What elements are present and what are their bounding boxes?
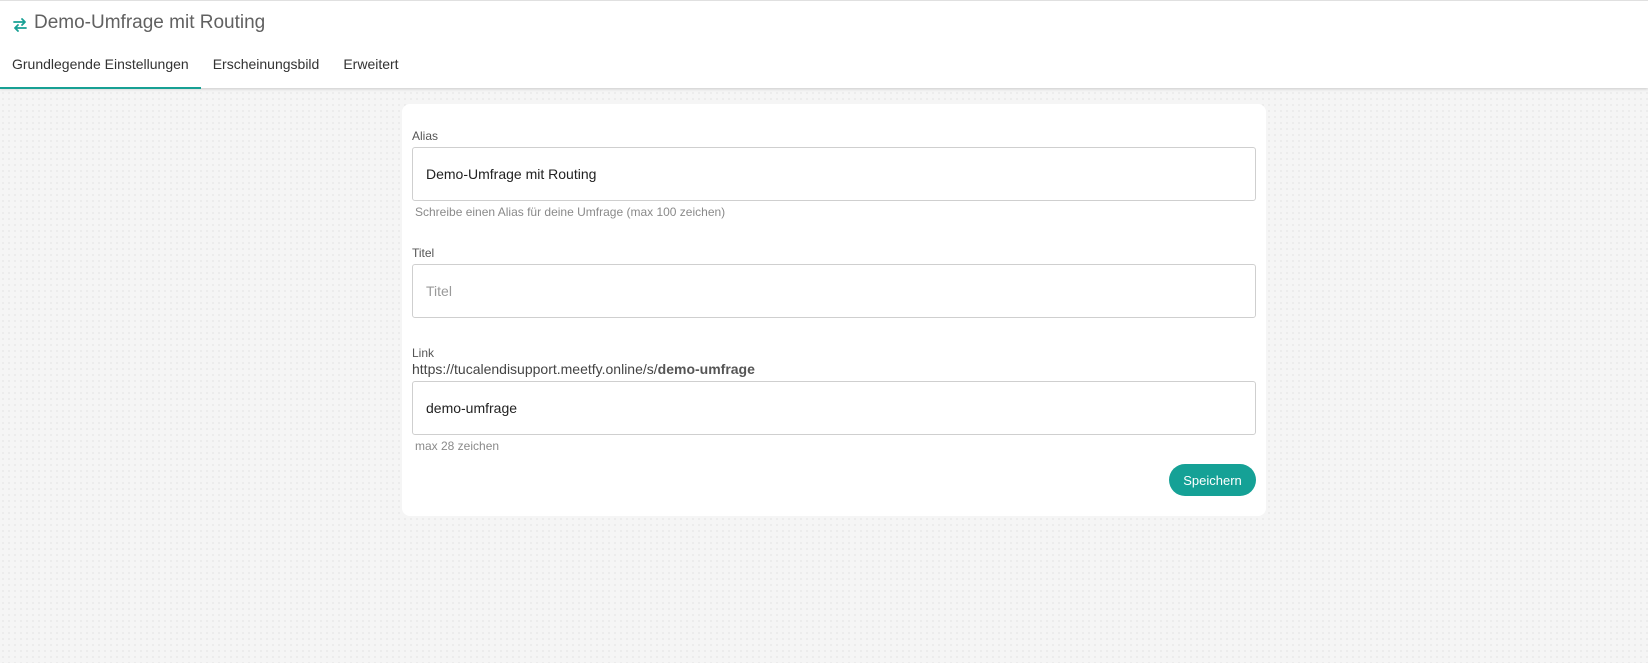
top-bar: Demo-Umfrage mit Routing Grundlegende Ei… — [0, 0, 1648, 89]
tab-appearance[interactable]: Erscheinungsbild — [201, 43, 332, 89]
link-url-slug: demo-umfrage — [657, 361, 755, 377]
alias-label: Alias — [412, 129, 439, 143]
link-url-prefix: https://tucalendisupport.meetfy.online/s… — [412, 361, 658, 377]
page-header: Demo-Umfrage mit Routing — [12, 11, 265, 35]
tab-basic-settings[interactable]: Grundlegende Einstellungen — [0, 43, 201, 89]
alias-hint: Schreibe einen Alias für deine Umfrage (… — [415, 205, 726, 219]
tab-advanced[interactable]: Erweitert — [331, 43, 410, 89]
title-label: Titel — [412, 246, 435, 260]
settings-card: Alias Schreibe einen Alias für deine Umf… — [402, 104, 1266, 516]
link-label: Link — [412, 346, 435, 360]
title-input[interactable] — [412, 264, 1256, 318]
link-hint: max 28 zeichen — [415, 439, 500, 453]
link-url-preview: https://tucalendisupport.meetfy.online/s… — [412, 361, 755, 377]
page-title: Demo-Umfrage mit Routing — [34, 12, 266, 33]
link-slug-input[interactable] — [412, 381, 1256, 435]
alias-input[interactable] — [412, 147, 1256, 201]
tab-bar: Grundlegende Einstellungen Erscheinungsb… — [0, 43, 411, 89]
route-icon — [12, 17, 28, 33]
save-button[interactable]: Speichern — [1169, 464, 1256, 496]
